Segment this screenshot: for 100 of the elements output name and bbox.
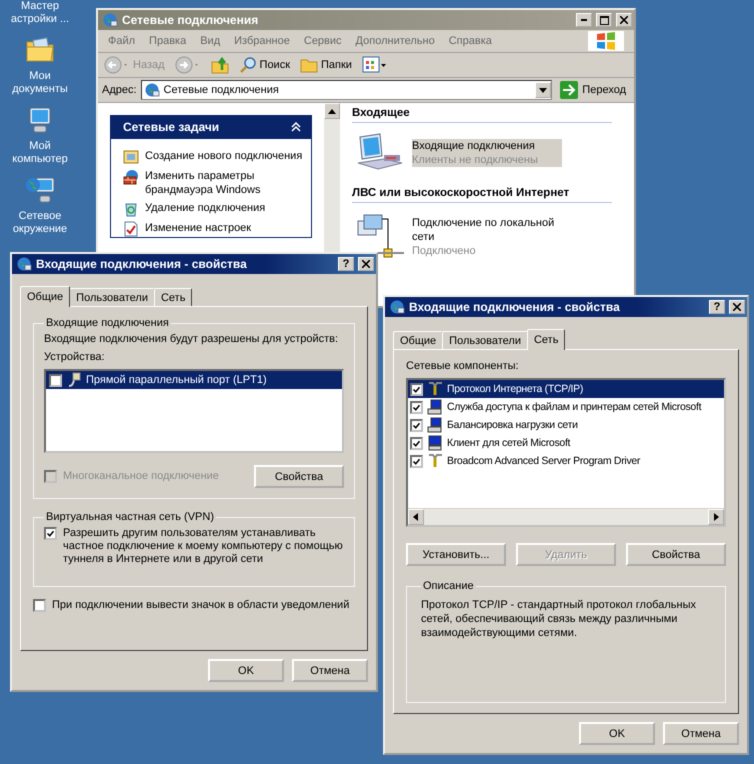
group-title: Виртуальная частная сеть (VPN) [45,511,215,523]
connection-name[interactable]: Подключение по локальной сети [412,216,562,244]
close-button[interactable] [616,13,632,27]
description-text: Протокол TCP/IP - стандартный протокол глобальных сетей, обеспечивающий связь между различными взаимодействующими сетями. [421,598,697,640]
collapse-icon[interactable] [291,122,301,132]
desktop-icon-label[interactable]: Сетевое окружение [12,210,68,236]
menu-item[interactable]: Файл [108,35,136,47]
close-button[interactable] [358,257,374,271]
address-label: Адрес: [102,84,137,96]
window-title: Входящие подключения - свойства [36,257,248,271]
checkmark-icon [46,528,55,539]
component-row[interactable]: Broadcom Advanced Server Program Driver [408,452,724,470]
group-heading: ЛВС или высокоскоростной Интернет [352,187,612,203]
checkbox[interactable] [410,418,423,432]
checkbox[interactable] [44,527,57,540]
connection-status: Подключено [412,244,477,258]
component-label: Broadcom Advanced Server Program Driver [447,455,640,467]
document-check-icon [123,221,139,237]
close-icon [620,16,628,24]
task-link[interactable]: Удаление подключения [145,201,266,215]
component-list[interactable]: Протокол Интернета (TCP/IP) Служба доступа к файлам и принтерам сетей Microsoft Балансировка нагрузки сети Клиент для сетей Microsoft Broadcom Advanced Server Program Driver [406,378,726,527]
desktop-icon-label[interactable]: Мои документы [12,70,68,96]
component-row[interactable]: Служба доступа к файлам и принтерам сетей Microsoft [408,398,724,416]
tab[interactable]: Общие [20,286,70,307]
scroll-up-button[interactable] [324,103,340,119]
forward-arrow-icon [174,56,201,74]
menu-item[interactable]: Вид [200,35,220,47]
minimize-icon [581,19,587,21]
component-row[interactable]: Протокол Интернета (TCP/IP) [408,380,724,398]
dropdown-button[interactable] [535,82,552,98]
task-link[interactable]: Изменение настроек [145,221,252,235]
folder-icon [300,57,318,73]
menu-item[interactable]: Сервис [304,35,342,47]
tab[interactable]: Сеть [154,288,192,306]
scroll-right-button[interactable] [708,509,724,525]
component-row[interactable]: Балансировка нагрузки сети [408,416,724,434]
go-button[interactable]: Переход [556,81,630,99]
maximize-button[interactable] [596,13,612,27]
printer-computer-icon [427,399,443,415]
menu-item[interactable]: Правка [149,35,186,47]
close-icon [362,260,370,268]
device-list[interactable]: Прямой параллельный порт (LPT1) [44,369,344,453]
action-button[interactable]: Установить... [406,543,506,566]
menu-item[interactable]: Дополнительно [356,35,435,47]
action-button[interactable]: Свойства [626,543,726,566]
recycle-bin-icon [123,201,139,217]
address-field[interactable]: Сетевые подключения [140,80,552,100]
list-label: Устройства: [44,351,106,363]
window-title: Входящие подключения - свойства [409,300,621,314]
connection-icon [389,299,405,315]
device-row[interactable]: Прямой параллельный порт (LPT1) [46,371,342,389]
list-label: Сетевые компоненты: [406,360,520,372]
dialog-button[interactable]: Отмена [663,722,739,745]
toolbar-button[interactable]: Поиск [238,56,290,74]
tab[interactable]: Пользователи [442,331,528,349]
connection-status: Клиенты не подключены [412,153,562,167]
checkbox[interactable] [410,382,423,396]
component-label: Служба доступа к файлам и принтерам сетей Microsoft [447,401,702,413]
checkbox[interactable] [410,436,423,450]
views-icon [362,56,388,74]
option-label: Многоканальное подключение [63,470,219,482]
globe-icon [102,12,118,28]
checkbox[interactable] [33,599,46,612]
computer-icon [427,435,443,451]
task-link[interactable]: Создание нового подключения [145,149,302,163]
toolbar-button[interactable] [362,56,388,74]
help-button[interactable]: ? [709,300,725,314]
dialog-button[interactable]: OK [579,722,655,745]
checkbox[interactable] [410,454,423,468]
close-button[interactable] [729,300,745,314]
search-icon [238,56,257,74]
toolbar-button[interactable]: Папки [300,57,352,73]
option-label: Разрешить другим пользователям устанавливать частное подключение к моему компьютеру с помощью туннеля в Интернете или в другой сети [63,527,344,566]
minimize-button[interactable] [576,13,592,27]
firewall-icon [123,169,139,185]
caret-down-icon [539,88,548,92]
arrow-right-icon [560,81,578,99]
desktop-icon-label[interactable]: Мой компьютер [12,140,68,166]
component-label: Клиент для сетей Microsoft [447,437,570,449]
task-link[interactable]: Изменить параметры брандмауэра Windows [145,169,303,197]
connection-name[interactable]: Входящие подключения [412,139,562,153]
network-protocol-icon [427,381,443,397]
dialog-button[interactable]: OK [208,659,284,682]
checkbox[interactable] [49,374,62,386]
dialog-button[interactable]: Отмена [292,659,368,682]
scroll-left-button[interactable] [408,509,424,525]
tab[interactable]: Общие [393,331,444,349]
component-row[interactable]: Клиент для сетей Microsoft [408,434,724,452]
windows-logo-icon [588,31,624,51]
connection-icon [16,256,32,272]
desktop-icon-label[interactable]: Мастер астройки ... [10,0,70,26]
tab[interactable]: Сеть [526,329,566,350]
menu-item[interactable]: Справка [448,35,492,47]
menu-item[interactable]: Избранное [234,35,290,47]
printer-computer-icon [427,417,443,433]
checkbox[interactable] [410,400,423,414]
help-button[interactable]: ? [338,257,354,271]
new-connection-icon [123,149,139,165]
device-label: Прямой параллельный порт (LPT1) [86,374,267,386]
properties-button[interactable]: Свойства [254,465,344,488]
